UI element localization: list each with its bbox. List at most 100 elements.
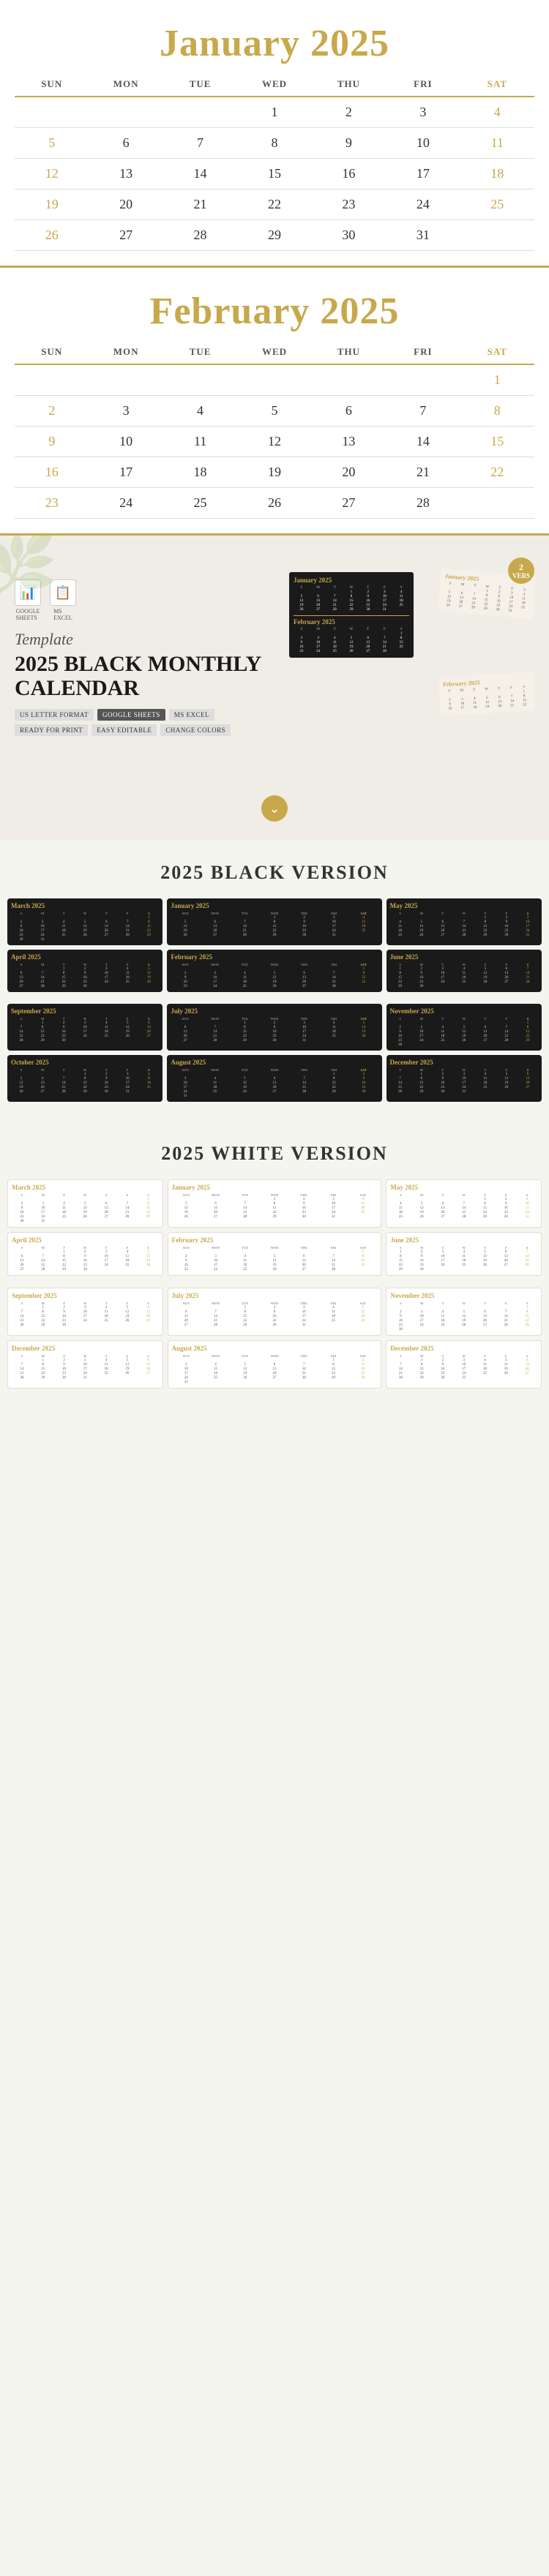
tag-change-colors: CHANGE COLORS (160, 724, 231, 736)
scroll-down-button[interactable]: ⌄ (261, 795, 288, 822)
mini-jan-white-title: January 2025 (172, 1184, 378, 1191)
day-cell: 25 (163, 488, 237, 519)
day-cell (460, 488, 534, 519)
day-cell: 20 (312, 457, 386, 488)
white-mini-calendars: March 2025 SMTWTFS 1 2345678 91011121314… (0, 1179, 549, 1408)
mini-cal-may-white: May 2025 SMTWTFS 123 45678910 1112131415… (386, 1179, 542, 1228)
day-cell: 8 (237, 128, 311, 159)
day-cell: 20 (89, 189, 163, 220)
col-thu: THU (312, 72, 386, 97)
day-cell: 24 (386, 189, 460, 220)
col-mon: MON (89, 340, 163, 364)
february-grid: SUN MON TUE WED THU FRI SAT 123456789101… (15, 340, 534, 519)
mini-dec1-white-title: December 2025 (12, 1345, 159, 1352)
day-cell: 25 (460, 189, 534, 220)
mini-jul-white-grid: SUNMONTUEWEDTHUFRISAT 12345 6789101112 1… (172, 1302, 378, 1327)
mini-cal-dec2-white: December 2025 SMTWTFS 123456 78910111213… (386, 1340, 542, 1389)
day-cell: 2 (15, 396, 89, 427)
mini-sep-white-grid: SMTWTFS 123456 78910111213 1415161718192… (12, 1302, 159, 1327)
mini-sep-title: September 2025 (11, 1007, 159, 1015)
day-cell: 15 (460, 427, 534, 457)
day-cell: 9 (15, 427, 89, 457)
white-row-1: March 2025 SMTWTFS 1 2345678 91011121314… (7, 1179, 542, 1228)
mini-may-white-title: May 2025 (390, 1184, 537, 1191)
day-cell: 4 (460, 97, 534, 128)
calendar-mockup-stack: January 2025 SMTWTFS 1234 567891011 1213… (282, 557, 534, 762)
mini-jan-title: January 2025 (171, 902, 378, 909)
col-sat: SAT (460, 72, 534, 97)
day-cell: 19 (15, 189, 89, 220)
january-calendar: January 2025 SUN MON TUE WED THU FRI SAT… (0, 0, 549, 266)
mini-cal-dec-black: December 2025 SMTWTFS 123456 78910111213… (386, 1055, 542, 1102)
day-cell: 21 (386, 457, 460, 488)
col-fri: FRI (386, 72, 460, 97)
mini-jun-white-title: June 2025 (390, 1236, 537, 1244)
day-cell: 5 (237, 396, 311, 427)
col-mon: MON (89, 72, 163, 97)
mini-cal-march-white: March 2025 SMTWTFS 1 2345678 91011121314… (7, 1179, 163, 1228)
day-cell: 6 (312, 396, 386, 427)
day-cell: 17 (386, 159, 460, 189)
mini-feb-title: February 2025 (171, 953, 378, 961)
mini-cal-apr-white: April 2025 SMTWTFS 12345 6789101112 1314… (7, 1232, 163, 1276)
version-label: VERS (512, 573, 530, 579)
tag-google-sheets: GOOGLE SHEETS (97, 709, 165, 721)
mini-nov-title: November 2025 (390, 1007, 538, 1015)
day-cell: 6 (89, 128, 163, 159)
mini-aug-title: August 2025 (171, 1059, 378, 1066)
white-version-title: 2025 WHITE VERSION (0, 1121, 549, 1179)
mini-cal-nov-black: November 2025 SMTWTFS 1 2345678 91011121… (386, 1004, 542, 1051)
mini-jun-white-grid: SMTWTFS 1234567 891011121314 15161718192… (390, 1246, 537, 1272)
mini-nov-grid: SMTWTFS 1 2345678 9101112131415 16171819… (390, 1017, 538, 1047)
mini-dec-grid: SMTWTFS 123456 78910111213 1415161718192… (390, 1068, 538, 1094)
day-cell: 14 (163, 159, 237, 189)
day-cell: 3 (386, 97, 460, 128)
mini-jun-title: June 2025 (390, 953, 538, 961)
black-row-3: September 2025 SMTWTFS 123456 7891011121… (7, 1004, 542, 1051)
day-cell (15, 97, 89, 128)
promo-right: 2 VERS January 2025 SMTWTFS 1234 5678910… (282, 557, 534, 762)
white-row-4: December 2025 SMTWTFS 123456 78910111213… (7, 1340, 542, 1389)
day-cell (163, 97, 237, 128)
mini-apr-white-grid: SMTWTFS 12345 6789101112 13141516171819 … (12, 1246, 159, 1272)
col-sat: SAT (460, 340, 534, 364)
mini-aug-grid: SUNMONTUEWEDTHUFRISAT 12 3456789 1011121… (171, 1068, 378, 1098)
day-cell: 4 (163, 396, 237, 427)
mini-cal-jun-white: June 2025 SMTWTFS 1234567 891011121314 1… (386, 1232, 542, 1276)
day-cell: 16 (312, 159, 386, 189)
day-cell: 12 (237, 427, 311, 457)
day-cell: 9 (312, 128, 386, 159)
mini-oct-title: October 2025 (11, 1059, 159, 1066)
day-cell (89, 364, 163, 396)
day-cell: 15 (237, 159, 311, 189)
mini-feb-white-grid: SUNMONTUEWEDTHUFRISAT 1 2345678 91011121… (172, 1246, 378, 1272)
day-cell (163, 364, 237, 396)
mini-may-title: May 2025 (390, 902, 538, 909)
version-badge: 2 VERS (508, 557, 534, 584)
mini-apr-title: April 2025 (11, 953, 159, 961)
day-cell: 21 (163, 189, 237, 220)
mini-dec2-white-grid: SMTWTFS 123456 78910111213 1415161718192… (390, 1354, 537, 1380)
mini-cal-feb-white: February 2025 SUNMONTUEWEDTHUFRISAT 1 23… (168, 1232, 382, 1276)
day-cell (386, 364, 460, 396)
day-cell: 1 (460, 364, 534, 396)
mini-nov-white-grid: SMTWTFS 1 2345678 9101112131415 16171819… (390, 1302, 537, 1332)
mini-jul-white-title: July 2025 (172, 1292, 378, 1299)
day-cell: 26 (237, 488, 311, 519)
day-cell: 16 (15, 457, 89, 488)
day-cell: 14 (386, 427, 460, 457)
day-cell: 3 (89, 396, 163, 427)
mini-jan-white-grid: SUNMONTUEWEDTHUFRISAT 1234 567891011 121… (172, 1193, 378, 1219)
day-cell: 8 (460, 396, 534, 427)
mini-jul-grid: SUNMONTUEWEDTHUFRISAT 12345 6789101112 1… (171, 1017, 378, 1043)
day-cell: 27 (312, 488, 386, 519)
day-cell: 5 (15, 128, 89, 159)
day-cell: 7 (163, 128, 237, 159)
mini-cal-jul-white: July 2025 SUNMONTUEWEDTHUFRISAT 12345 67… (168, 1288, 382, 1336)
day-cell: 13 (89, 159, 163, 189)
day-cell: 18 (460, 159, 534, 189)
day-cell: 13 (312, 427, 386, 457)
mini-cal-aug-white: August 2025 SUNMONTUEWEDTHUFRISAT 12 345… (168, 1340, 382, 1389)
mini-cal-sep-white: September 2025 SMTWTFS 123456 7891011121… (7, 1288, 163, 1336)
day-cell: 11 (163, 427, 237, 457)
